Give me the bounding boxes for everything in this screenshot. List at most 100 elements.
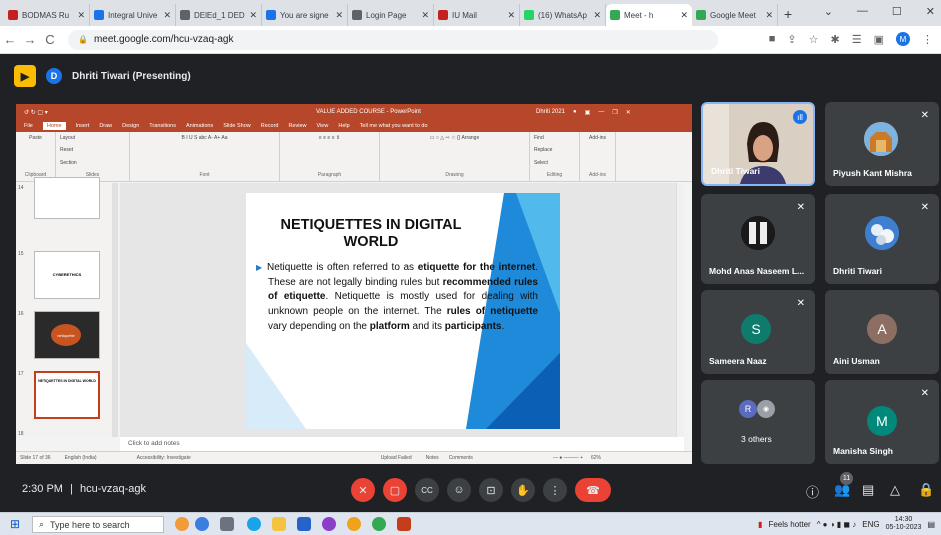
camera-off-button[interactable]: ▢ <box>383 478 407 502</box>
browser-tab[interactable]: Google Meet ✕ <box>692 4 778 26</box>
captions-button[interactable]: CC <box>415 478 439 502</box>
tab-close-icon[interactable]: ✕ <box>163 10 171 21</box>
browser-tab[interactable]: You are signe ✕ <box>262 4 348 26</box>
ribbon-tab: Animations <box>185 123 214 129</box>
participant-tile[interactable]: ✕ M Manisha Singh <box>825 380 939 464</box>
taskbar-clock[interactable]: 14:30 05-10-2023 <box>886 516 922 532</box>
ribbon-tab: File <box>24 123 33 129</box>
taskbar-app-icon[interactable] <box>322 517 336 531</box>
notifications-icon[interactable]: ▤ <box>927 520 935 529</box>
tab-label: You are signe <box>280 10 329 20</box>
host-controls-icon[interactable]: 🔒 <box>918 482 934 498</box>
tab-close-icon[interactable]: ✕ <box>335 10 343 21</box>
edge-icon[interactable] <box>247 517 261 531</box>
ribbon-tab: Insert <box>75 123 90 129</box>
present-button[interactable]: ⊡ <box>479 478 503 502</box>
participant-tile[interactable]: ✕ Dhriti Tiwari <box>825 194 939 284</box>
tab-label: Integral Unive <box>108 10 158 20</box>
section-label: Section <box>60 159 77 166</box>
browser-tab[interactable]: Integral Unive ✕ <box>90 4 176 26</box>
participant-tile[interactable]: A Aini Usman <box>825 290 939 374</box>
emoji-button[interactable]: ☺ <box>447 478 471 502</box>
tab-close-icon[interactable]: ✕ <box>249 10 257 21</box>
weather-icon: ▮ <box>758 519 763 529</box>
raise-hand-button[interactable]: ✋ <box>511 478 535 502</box>
back-icon[interactable]: ← <box>0 32 20 47</box>
taskbar-search[interactable]: ⌕ Type here to search <box>32 516 164 533</box>
store-icon[interactable] <box>297 517 311 531</box>
mic-off-button[interactable]: ✕ <box>351 478 375 502</box>
avatar-image <box>741 216 775 250</box>
weather-text: Feels hotter <box>768 519 811 529</box>
tab-close-icon[interactable]: ✕ <box>765 10 773 21</box>
close-window-button[interactable]: ✕ <box>926 5 935 18</box>
participant-tile[interactable]: ✕ S Sameera Naaz <box>701 290 815 374</box>
task-view-icon[interactable] <box>220 517 234 531</box>
tab-search-icon[interactable]: ⌄ <box>824 5 833 18</box>
activities-icon[interactable]: △ <box>890 482 900 498</box>
powerpoint-icon[interactable] <box>397 517 411 531</box>
extension-icon[interactable]: ✱ <box>831 33 840 46</box>
meeting-details-icon[interactable]: ⓘ <box>806 482 819 501</box>
tab-close-icon[interactable]: ✕ <box>77 10 85 21</box>
participant-tile-video[interactable]: ıll Dhriti Tiwari <box>701 102 815 186</box>
chrome-icon[interactable] <box>372 517 386 531</box>
participant-name: Dhriti Tiwari <box>833 266 882 276</box>
language-indicator[interactable]: ENG <box>862 520 879 529</box>
ribbon-group-editing: Find Replace Select Editing <box>530 132 580 181</box>
tab-close-icon[interactable]: ✕ <box>421 10 429 21</box>
maximize-button[interactable]: ☐ <box>892 5 902 18</box>
tab-close-icon[interactable]: ✕ <box>507 10 515 21</box>
taskbar-app-icon[interactable] <box>195 517 209 531</box>
camera-icon[interactable]: ■ <box>769 33 776 45</box>
sidepanel-icon[interactable]: ▣ <box>874 33 884 46</box>
browser-tab[interactable]: BODMAS Ru ✕ <box>4 4 90 26</box>
tab-close-icon[interactable]: ✕ <box>593 10 601 21</box>
participant-tile-others[interactable]: R ◉ 3 others <box>701 380 815 464</box>
status-upload: Upload Failed <box>380 455 412 461</box>
present-screen-icon[interactable]: ▶ <box>14 65 36 87</box>
tab-close-icon[interactable]: ✕ <box>680 10 688 21</box>
group-label-addins: Add-ins <box>589 172 606 178</box>
quick-access-icons: ↺ ↻ ▢ ▾ <box>24 109 48 116</box>
profile-avatar[interactable]: M <box>896 32 910 46</box>
browser-tab[interactable]: Meet - h ✕ <box>606 4 692 26</box>
participant-tile[interactable]: ✕ Mohd Anas Naseem L... <box>701 194 815 284</box>
chrome-alt-icon[interactable] <box>347 517 361 531</box>
thumb-text: NETIQUETTES IN DIGITAL WORLD <box>38 379 96 383</box>
tab-favicon <box>438 10 448 20</box>
mic-off-icon: ✕ <box>796 298 805 309</box>
leave-call-button[interactable]: ☎ <box>575 478 611 502</box>
participant-avatar <box>865 216 899 250</box>
bookmark-star-icon[interactable]: ☆ <box>809 33 819 46</box>
paragraph-tools: ≡ ≡ ≡ ≡ ⇕ <box>318 135 341 141</box>
windows-start-icon[interactable]: ⊞ <box>10 517 20 531</box>
slide-edit-area: NETIQUETTES IN DIGITAL WORLD ▶ Netiquette… <box>120 183 684 437</box>
tray-icons: ^ ● ◑ ▮ ◼ ♪ <box>816 519 857 529</box>
status-accessibility: Accessibility: Investigate <box>136 455 191 461</box>
browser-tab[interactable]: DElEd_1 DED ✕ <box>176 4 262 26</box>
menu-kebab-icon[interactable]: ⋮ <box>922 33 933 46</box>
ribbon-group-font: B I U S abc A- A+ Aa Font <box>130 132 280 181</box>
reading-list-icon[interactable]: ☰ <box>852 33 862 46</box>
forward-icon[interactable]: → <box>20 32 40 47</box>
browser-tab[interactable]: (16) WhatsAp ✕ <box>520 4 606 26</box>
url-field[interactable]: 🔒 meet.google.com/hcu-vzaq-agk <box>68 29 718 50</box>
browser-tab[interactable]: Login Page ✕ <box>348 4 434 26</box>
avatar-image <box>864 122 898 156</box>
more-options-button[interactable]: ⋮ <box>543 478 567 502</box>
reload-icon[interactable]: C <box>40 32 60 47</box>
minimize-button[interactable]: — <box>857 5 868 18</box>
new-tab-button[interactable]: + <box>784 6 792 22</box>
file-explorer-icon[interactable] <box>272 517 286 531</box>
share-icon[interactable]: ⇪ <box>787 33 796 46</box>
browser-tab[interactable]: IU Mail ✕ <box>434 4 520 26</box>
arrange-label: Arrange <box>461 135 480 141</box>
participant-tile[interactable]: ✕ Piyush Kant Mishra <box>825 102 939 186</box>
ppt-restore-icon: ❐ <box>612 109 618 116</box>
tabs-container: BODMAS Ru ✕ Integral Unive ✕ DElEd_1 DED ✕ You… <box>4 4 778 26</box>
ribbon-tab: Home <box>42 122 66 130</box>
body-bold: participants <box>444 320 502 332</box>
taskbar-app-icon[interactable] <box>175 517 189 531</box>
chat-icon[interactable]: ▤ <box>862 482 874 498</box>
